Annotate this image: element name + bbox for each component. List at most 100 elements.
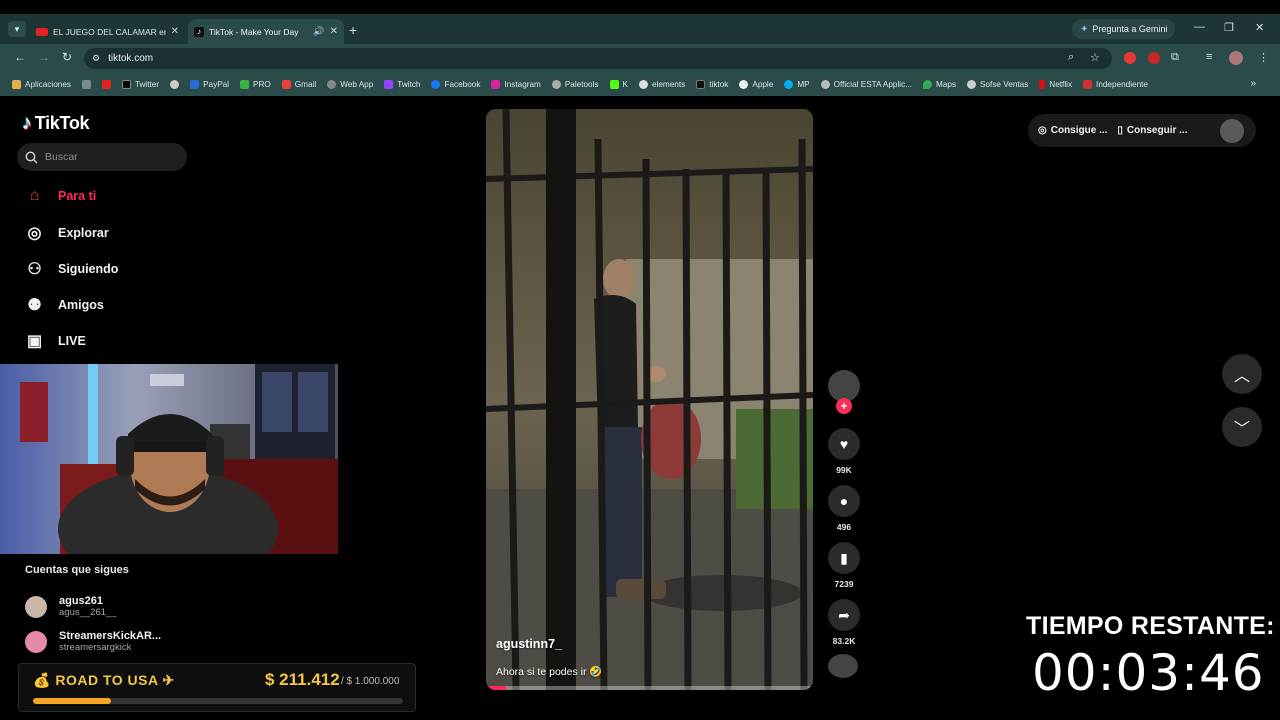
video-progress-bar[interactable] — [486, 686, 813, 690]
facebook-icon — [431, 79, 441, 89]
like-button[interactable]: ♥ — [828, 428, 860, 460]
timer-label: TIEMPO RESTANTE: — [1026, 612, 1275, 640]
reload-icon[interactable]: ↻ — [62, 50, 72, 64]
nav-explorar[interactable]: ◎ Explorar — [25, 223, 109, 243]
nav-siguiendo[interactable]: ⚇ Siguiendo — [25, 259, 118, 279]
nav-para-ti[interactable]: ⌂ Para ti — [25, 187, 97, 205]
minimize-button[interactable]: — — [1194, 21, 1205, 33]
nav-live[interactable]: ▣ LIVE — [25, 331, 86, 351]
video-caption: Ahora si te podes ir 🤣 — [496, 666, 603, 678]
tiktok-logo[interactable]: ♪ TikTok — [22, 112, 90, 135]
bookmark-k[interactable]: K — [609, 79, 628, 89]
esta-icon — [820, 79, 830, 89]
bookmark-netflix[interactable]: Netflix — [1039, 79, 1072, 89]
webapp-icon — [327, 79, 337, 89]
follow-plus-icon[interactable]: + — [836, 398, 852, 414]
bookmark-maps[interactable]: Maps — [923, 79, 956, 89]
paypal-icon — [190, 79, 200, 89]
avatar — [25, 630, 47, 653]
bookmark-apps[interactable]: Aplicaciones — [12, 79, 71, 89]
extensions-puzzle-icon[interactable]: ⧉ — [1171, 51, 1179, 64]
nav-label: Explorar — [58, 226, 109, 240]
gemini-label: Pregunta a Gemini — [1092, 24, 1168, 34]
close-window-button[interactable]: ✕ — [1255, 21, 1264, 34]
media-control-icon[interactable]: ≡ — [1206, 51, 1212, 63]
site-info-icon[interactable]: ⚙ — [92, 53, 100, 64]
bookmark-independiente[interactable]: Independiente — [1083, 79, 1148, 89]
tiktok-note-icon: ♪ — [22, 112, 32, 134]
following-account[interactable]: agus261 agus__261__ — [25, 595, 117, 618]
close-tab-icon[interactable]: ✕ — [171, 26, 179, 37]
apple-icon — [739, 79, 749, 89]
extension-red-icon[interactable] — [1124, 52, 1136, 64]
tab-search-button[interactable]: ▾ — [8, 21, 26, 37]
road-title: 💰 ROAD TO USA ✈ — [33, 672, 175, 689]
heart-icon: ♥ — [839, 436, 849, 452]
bookmark-facebook[interactable]: Facebook — [431, 79, 480, 89]
bookmarks-overflow-icon[interactable]: » — [1250, 78, 1256, 89]
bookmark-paletools[interactable]: Paletools — [551, 79, 599, 89]
bookmark-tiktok[interactable]: tiktok — [696, 79, 728, 89]
account-name: agus261 — [59, 595, 104, 607]
profile-avatar[interactable] — [1220, 118, 1244, 143]
get-app-button[interactable]: ▯ Conseguir ... — [1117, 125, 1187, 136]
get-coins-button[interactable]: ◎ Consigue ... — [1038, 125, 1107, 136]
address-bar[interactable]: ⚙ tiktok.com — [84, 48, 1112, 69]
bookmark-elements[interactable]: elements — [639, 79, 685, 89]
gemini-button[interactable]: ✦ Pregunta a Gemini — [1072, 19, 1176, 39]
youtube-icon — [36, 27, 48, 36]
bookmark-grid[interactable] — [81, 79, 91, 89]
forward-arrow-icon[interactable]: → — [38, 50, 50, 64]
menu-dots-icon[interactable]: ⋮ — [1258, 51, 1269, 64]
bookmark-esta[interactable]: Official ESTA Applic... — [820, 79, 912, 89]
bookmark-apple[interactable]: Apple — [739, 79, 773, 89]
next-video-button[interactable]: ﹀ — [1222, 407, 1262, 447]
save-button[interactable]: ▮ — [828, 542, 860, 574]
road-goal: / $ 1.000.000 — [341, 676, 400, 687]
bookmark-instagram[interactable]: Instagram — [491, 79, 541, 89]
webcam-overlay — [0, 364, 338, 554]
share-button[interactable]: ➦ — [828, 599, 860, 631]
road-progress-bar — [33, 698, 403, 704]
logo-text: TikTok — [34, 113, 90, 133]
zoom-icon[interactable]: ⌕ — [1068, 51, 1074, 64]
comment-button[interactable]: ● — [828, 485, 860, 517]
bookmark-youtube[interactable] — [101, 79, 111, 89]
url-text: tiktok.com — [108, 53, 154, 64]
tab-squid-game[interactable]: EL JUEGO DEL CALAMAR en la V ✕ — [30, 19, 185, 44]
independiente-icon — [1083, 79, 1093, 89]
bookmark-twitter[interactable]: Twitter — [121, 79, 159, 89]
bookmark-paypal[interactable]: PayPal — [190, 79, 229, 89]
road-title-text: ROAD TO USA — [55, 672, 159, 688]
youtube-icon — [101, 79, 111, 89]
video-player[interactable]: agustinn7_ Ahora si te podes ir 🤣 — [486, 109, 813, 690]
search-input[interactable]: Buscar — [17, 143, 187, 171]
new-tab-button[interactable]: + — [349, 22, 357, 38]
account-name: StreamersKickAR... — [59, 630, 162, 642]
nav-amigos[interactable]: ⚉ Amigos — [25, 295, 104, 315]
following-account[interactable]: StreamersKickAR... streamersargkick — [25, 630, 161, 653]
netflix-icon — [1039, 79, 1046, 89]
bookmark-gmail[interactable]: Gmail — [281, 79, 316, 89]
bookmark-circle[interactable] — [170, 79, 180, 89]
video-frame — [486, 109, 813, 690]
bookmark-webapp[interactable]: Web App — [327, 79, 373, 89]
bookmark-twitch[interactable]: Twitch — [384, 79, 420, 89]
music-disc-icon[interactable] — [828, 654, 858, 678]
tab-title: EL JUEGO DEL CALAMAR en la V — [53, 26, 166, 37]
bookmark-star-icon[interactable]: ☆ — [1090, 51, 1100, 64]
tab-tiktok[interactable]: ♪ TikTok - Make Your Day 🔊 ✕ — [188, 19, 344, 44]
back-arrow-icon[interactable]: ← — [14, 50, 26, 64]
restore-button[interactable]: ❐ — [1224, 21, 1234, 34]
bookmark-mp[interactable]: MP — [784, 79, 810, 89]
speaker-icon[interactable]: 🔊 — [313, 26, 324, 37]
close-tab-icon[interactable]: ✕ — [330, 26, 338, 37]
previous-video-button[interactable]: ︿ — [1222, 354, 1262, 394]
bookmark-pro[interactable]: PRO — [240, 79, 271, 89]
apps-grid-icon — [12, 79, 21, 89]
bookmark-sofse[interactable]: Sofse Ventas — [967, 79, 1028, 89]
profile-avatar[interactable] — [1229, 51, 1243, 65]
circle-site-icon — [170, 79, 180, 89]
extension-bookmark-icon[interactable] — [1148, 52, 1160, 64]
video-author[interactable]: agustinn7_ — [496, 637, 562, 651]
